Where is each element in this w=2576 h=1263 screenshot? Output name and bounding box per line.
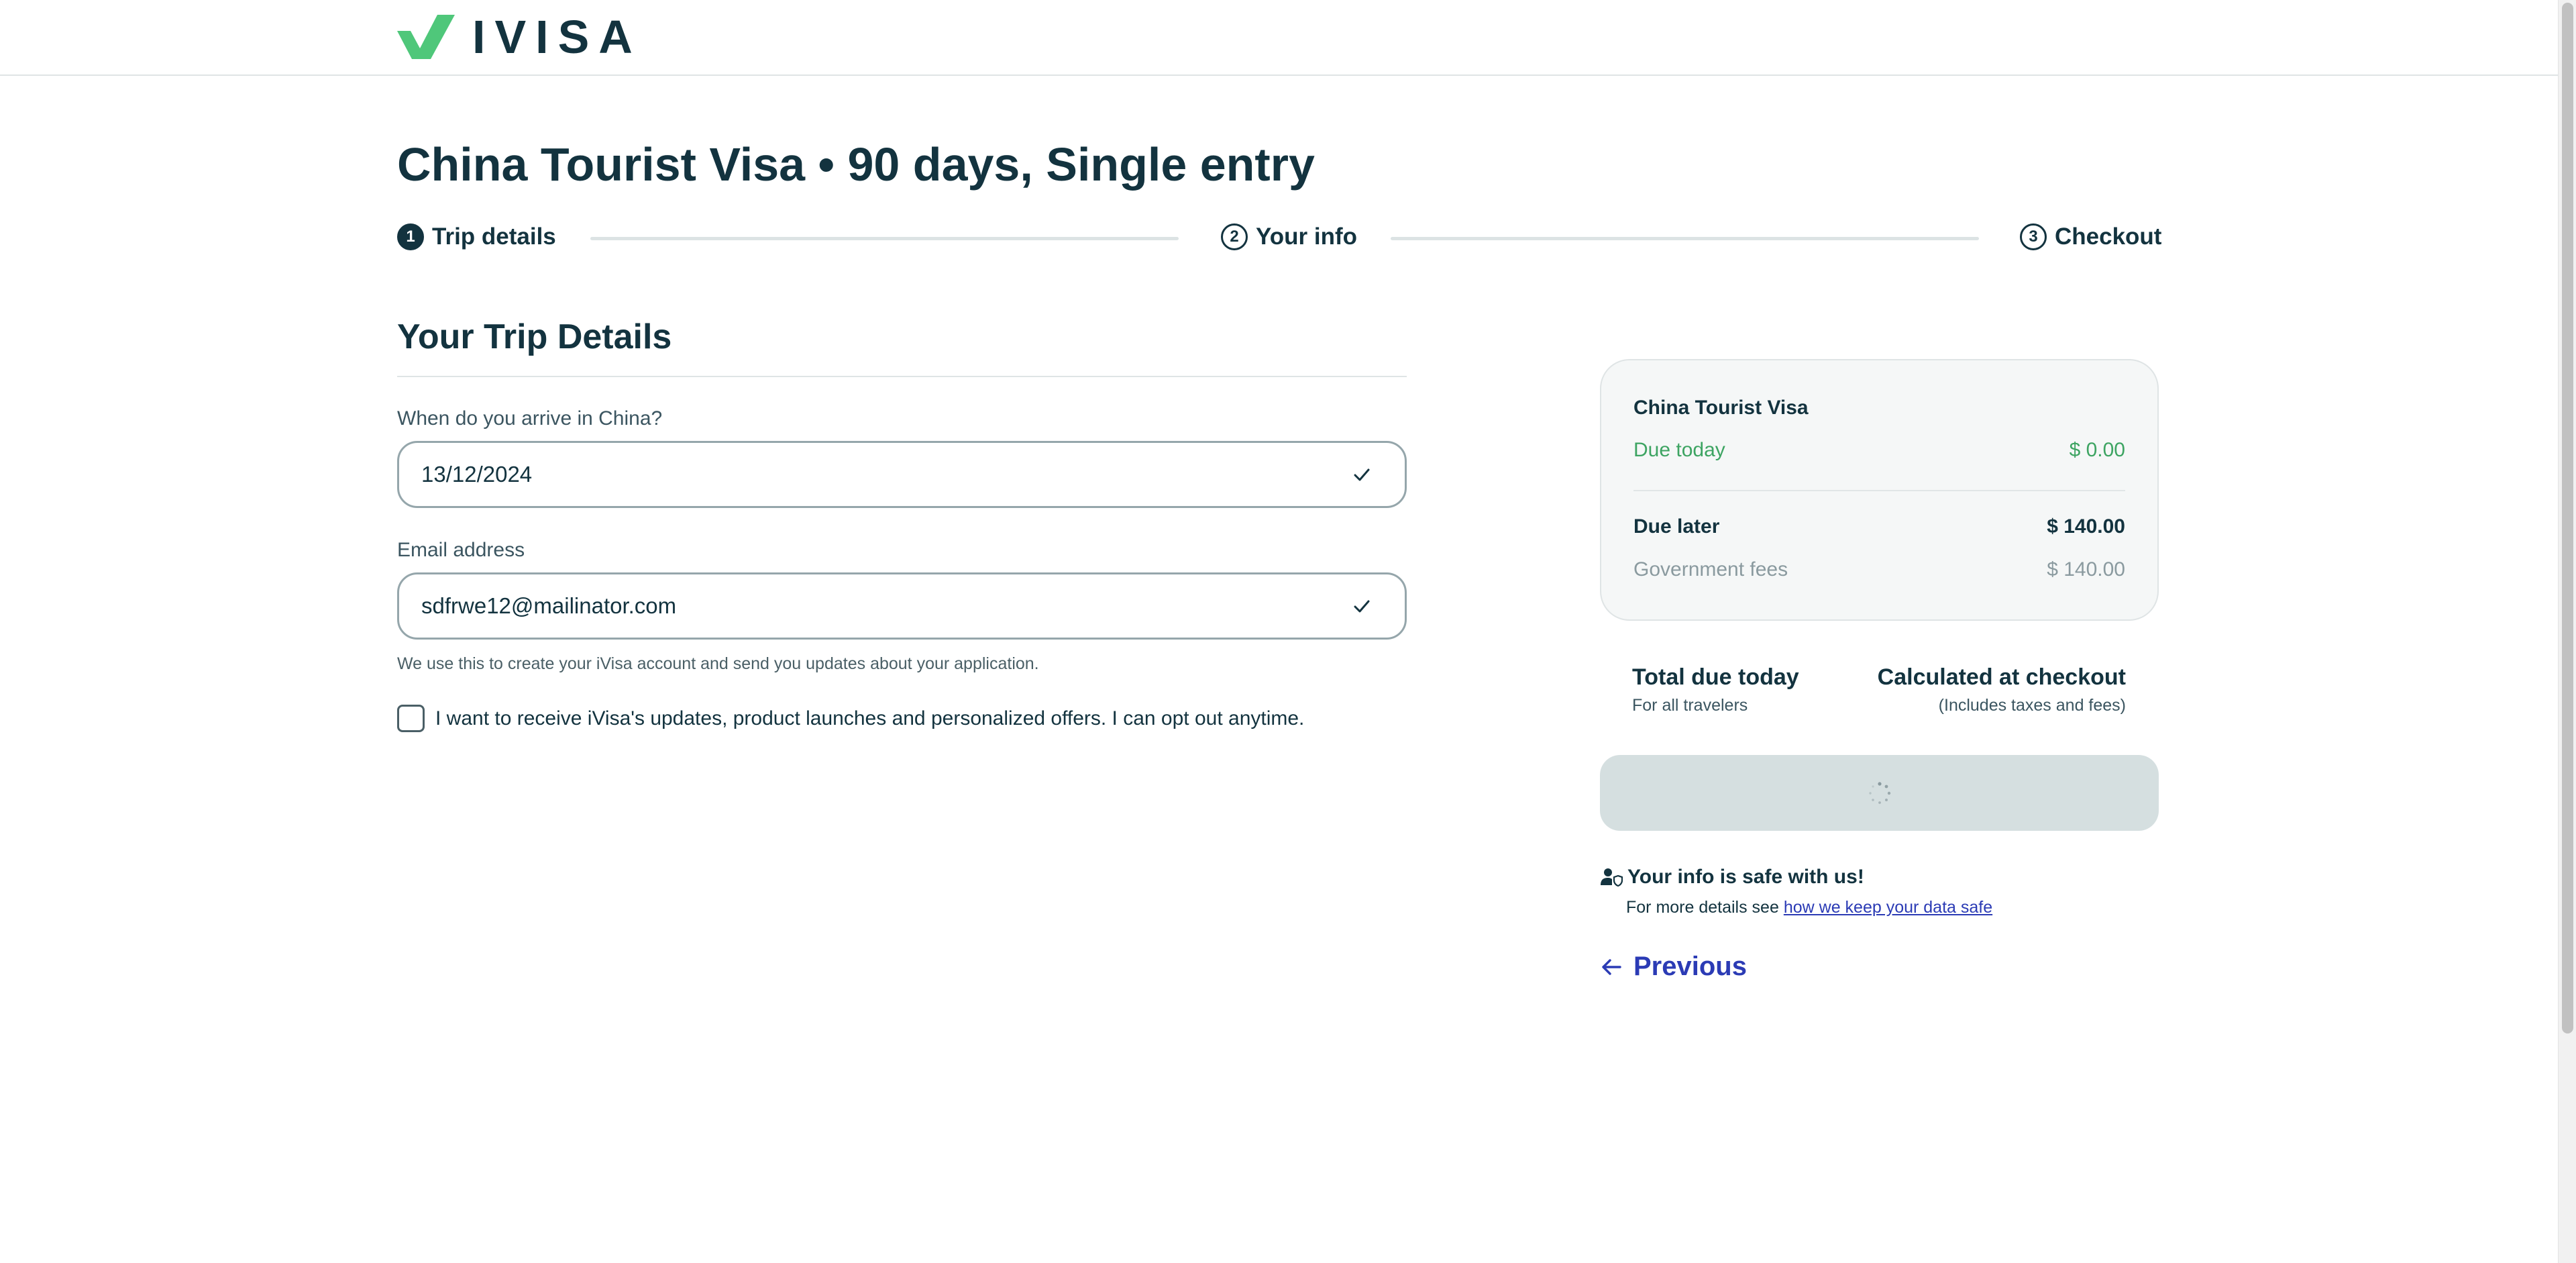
email-help-text: We use this to create your iVisa account… [397,654,1039,673]
section-divider [397,376,1407,377]
total-due-block: Total due today For all travelers Calcul… [1632,664,2126,715]
step-label: Your info [1256,223,1357,250]
government-fees-value: $ 140.00 [2047,558,2125,580]
ivisa-logo[interactable]: IVISA [397,11,642,63]
brand-name: IVISA [472,11,642,63]
previous-button[interactable]: Previous [1600,952,1747,982]
step-number: 1 [397,223,424,250]
step-label: Checkout [2055,223,2162,250]
step-checkout: 3 Checkout [2020,221,2161,252]
summary-divider [1633,490,2125,491]
arrival-date-value[interactable]: 13/12/2024 [421,462,1348,487]
due-today-label: Due today [1633,439,1725,461]
step-your-info: 2 Your info [1221,221,1357,252]
calculated-label: Calculated at checkout [1877,664,2126,690]
total-due-sub: For all travelers [1632,696,1748,715]
section-title: Your Trip Details [397,317,672,356]
calculated-sub: (Includes taxes and fees) [1938,696,2126,715]
email-label: Email address [397,539,525,561]
ivisa-check-logo-icon [397,15,455,59]
safety-title: Your info is safe with us! [1627,866,1864,888]
due-later-row: Due later $ 140.00 [1633,515,2125,538]
safety-text: For more details see how we keep your da… [1626,898,1992,917]
total-due-label: Total due today [1632,664,1799,690]
marketing-optin[interactable]: I want to receive iVisa's updates, produ… [397,705,1304,732]
safety-text-prefix: For more details see [1626,898,1784,917]
total-due-right: Calculated at checkout (Includes taxes a… [1878,664,2126,715]
scrollbar-thumb[interactable] [2562,3,2573,1033]
step-number: 2 [1221,223,1248,250]
email-value[interactable]: sdfrwe12@mailinator.com [421,593,1348,619]
arrival-date-field[interactable]: 13/12/2024 [397,441,1407,508]
email-field[interactable]: sdfrwe12@mailinator.com [397,572,1407,640]
due-later-value: $ 140.00 [2047,515,2125,538]
step-number: 3 [2020,223,2047,250]
government-fees-row: Government fees $ 140.00 [1633,558,2125,581]
page-scrollbar[interactable] [2558,0,2576,1263]
summary-title-row: China Tourist Visa [1633,397,2125,419]
summary-title: China Tourist Visa [1633,397,1809,419]
due-later-label: Due later [1633,515,1720,538]
arrow-left-icon [1602,958,1621,975]
arrival-date-label: When do you arrive in China? [397,407,663,430]
step-trip-details: 1 Trip details [397,221,556,252]
spinner-icon [1868,781,1890,804]
step-connector [1391,237,1979,240]
page-title: China Tourist Visa • 90 days, Single ent… [397,138,1315,191]
data-safety-notice: Your info is safe with us! [1600,866,1864,889]
data-safety-link[interactable]: how we keep your data safe [1784,898,1992,917]
previous-label[interactable]: Previous [1633,952,1747,982]
optin-checkbox[interactable] [397,705,425,732]
continue-button[interactable] [1600,755,2159,831]
step-label: Trip details [432,223,556,250]
due-today-value: $ 0.00 [2069,439,2125,461]
step-connector [590,237,1179,240]
check-icon [1354,468,1370,481]
top-bar: IVISA [0,0,2558,76]
government-fees-label: Government fees [1633,558,1788,580]
optin-label[interactable]: I want to receive iVisa's updates, produ… [435,707,1304,730]
total-due-left: Total due today For all travelers [1632,664,1799,715]
due-today-row: Due today $ 0.00 [1633,439,2125,462]
order-summary-card: China Tourist Visa Due today $ 0.00 Due … [1600,359,2159,621]
check-icon [1354,600,1370,613]
user-shield-icon [1601,868,1623,887]
